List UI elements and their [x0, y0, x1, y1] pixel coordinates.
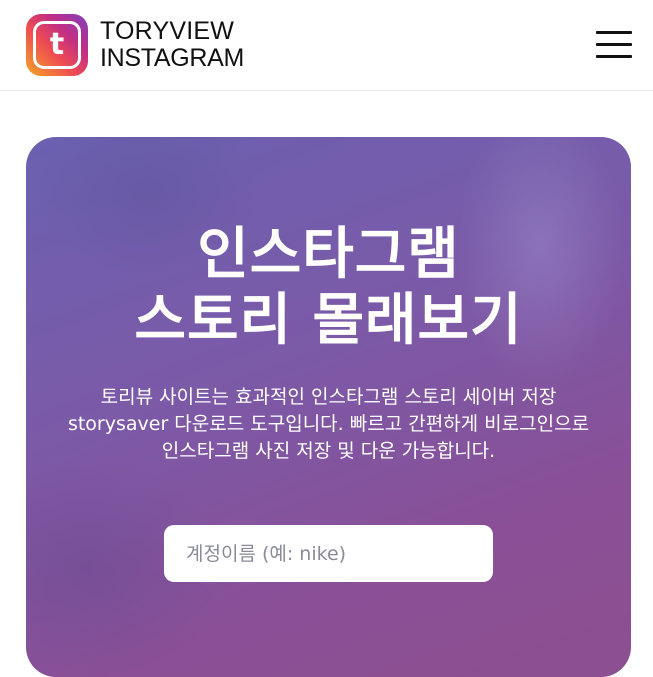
- hero-title-line-2: 스토리 몰래보기: [134, 288, 523, 353]
- hero-desc-line-1: 토리뷰 사이트는 효과적인 인스타그램 스토리 세이버 저장: [100, 386, 557, 408]
- hero-banner: 인스타그램 스토리 몰래보기 토리뷰 사이트는 효과적인 인스타그램 스토리 세…: [26, 137, 631, 677]
- logo-line-2: INSTAGRAM: [100, 44, 245, 72]
- hamburger-menu-icon[interactable]: [596, 30, 632, 60]
- toryview-logo-icon: t: [26, 14, 88, 76]
- logo-letter: t: [33, 21, 81, 69]
- hero-desc-line-2: storysaver 다운로드 도구입니다. 빠르고 간편하게 비로그인으로: [67, 413, 590, 435]
- site-header: t TORYVIEW INSTAGRAM: [0, 0, 653, 91]
- hero-desc-line-3: 인스타그램 사진 저장 및 다운 가능합니다.: [161, 440, 496, 462]
- hero-title: 인스타그램 스토리 몰래보기: [26, 222, 631, 354]
- site-logo-link[interactable]: t TORYVIEW INSTAGRAM: [26, 14, 244, 76]
- hero-description: 토리뷰 사이트는 효과적인 인스타그램 스토리 세이버 저장 storysave…: [38, 384, 619, 465]
- username-search-input[interactable]: [164, 525, 493, 582]
- hero-title-line-1: 인스타그램: [197, 222, 460, 287]
- logo-line-1: TORYVIEW: [100, 17, 235, 45]
- logo-text: TORYVIEW INSTAGRAM: [100, 19, 244, 71]
